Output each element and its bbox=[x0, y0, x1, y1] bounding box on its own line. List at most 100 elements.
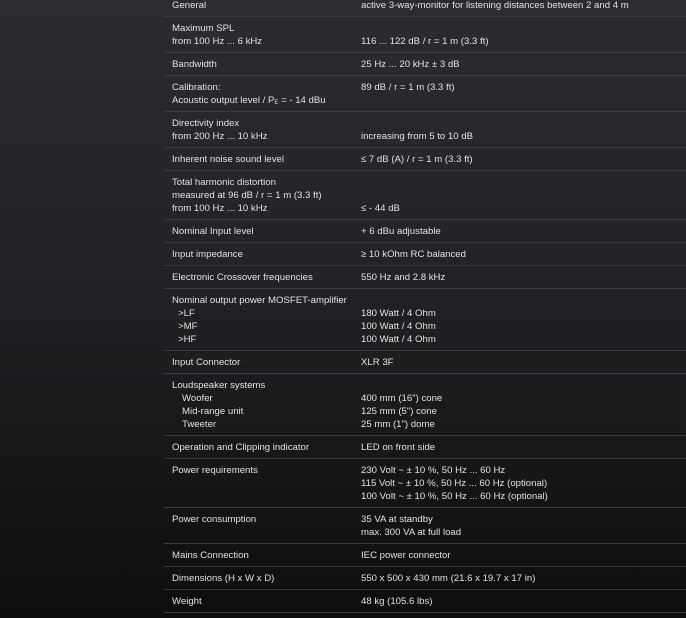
spec-value-line: 100 Watt / 4 Ohm bbox=[361, 334, 436, 345]
spec-label-line: from 200 Hz ... 10 kHz bbox=[172, 131, 268, 142]
spec-label-line: >MF bbox=[178, 321, 198, 332]
spec-label: Power requirements bbox=[164, 464, 361, 503]
subscript: E bbox=[274, 100, 279, 106]
spec-label: Loudspeaker systems Woofer Mid-range unit T… bbox=[164, 379, 361, 431]
spec-value-line: increasing from 5 to 10 dB bbox=[361, 131, 473, 142]
spec-label-line: Electronic Crossover frequencies bbox=[172, 272, 313, 283]
spec-label-line: Calibration: bbox=[172, 82, 221, 93]
spec-label-line: Power requirements bbox=[172, 465, 258, 476]
spec-value: 550 x 500 x 430 mm (21.6 x 19.7 x 17 in) bbox=[361, 572, 686, 585]
spec-value-line: 180 Watt / 4 Ohm bbox=[361, 308, 436, 319]
spec-value-line: 25 mm (1") dome bbox=[361, 419, 435, 430]
spec-row: Nominal Input level + 6 dBu adjustable bbox=[164, 220, 686, 243]
spec-row: Loudspeaker systems Woofer Mid-range unit T… bbox=[164, 374, 686, 436]
spec-value: 180 Watt / 4 Ohm 100 Watt / 4 Ohm 100 Watt… bbox=[361, 294, 686, 346]
spec-value: 116 ... 122 dB / r = 1 m (3.3 ft) bbox=[361, 22, 686, 48]
spec-value: active 3-way-monitor for listening dista… bbox=[361, 0, 686, 12]
spec-label: Nominal Input level bbox=[164, 225, 361, 238]
spec-label: Dimensions (H x W x D) bbox=[164, 572, 361, 585]
spec-row: Input impedance ≥ 10 kOhm RC balanced bbox=[164, 243, 686, 266]
spec-label-line: Nominal output power MOSFET-amplifier bbox=[172, 295, 347, 306]
spec-value-line: 550 Hz and 2.8 kHz bbox=[361, 272, 446, 283]
spec-label: Weight bbox=[164, 595, 361, 608]
spec-label: Maximum SPL from 100 Hz ... 6 kHz bbox=[164, 22, 361, 48]
spec-label-line: from 100 Hz ... 10 kHz bbox=[172, 203, 268, 214]
spec-row: Calibration: Acoustic output level / PE =… bbox=[164, 76, 686, 112]
spec-value-line bbox=[361, 294, 686, 307]
spec-label-line: Loudspeaker systems bbox=[172, 380, 266, 391]
spec-row: Nominal output power MOSFET-amplifier >LF… bbox=[164, 289, 686, 351]
spec-value: 25 Hz ... 20 kHz ± 3 dB bbox=[361, 58, 686, 71]
spec-label-line: Dimensions (H x W x D) bbox=[172, 573, 275, 584]
spec-value: 48 kg (105.6 lbs) bbox=[361, 595, 686, 608]
spec-row: Total harmonic distortion measured at 96 … bbox=[164, 171, 686, 220]
spec-row: Power requirements 230 Volt ~ ± 10 %, 50 … bbox=[164, 459, 686, 508]
spec-value-line: 89 dB / r = 1 m (3.3 ft) bbox=[361, 82, 455, 93]
spec-row: Electronic Crossover frequencies 550 Hz a… bbox=[164, 266, 686, 289]
spec-row: Maximum SPL from 100 Hz ... 6 kHz 116 ...… bbox=[164, 17, 686, 53]
spec-value-line: 100 Watt / 4 Ohm bbox=[361, 321, 436, 332]
spec-row: Weight 48 kg (105.6 lbs) bbox=[164, 590, 686, 613]
spec-value-line: ≤ - 44 dB bbox=[361, 203, 400, 214]
spec-row: Dimensions (H x W x D) 550 x 500 x 430 mm… bbox=[164, 567, 686, 590]
spec-label-line: measured at 96 dB / r = 1 m (3.3 ft) bbox=[172, 190, 322, 201]
spec-value-line: 25 Hz ... 20 kHz ± 3 dB bbox=[361, 59, 460, 70]
spec-value-line: IEC power connector bbox=[361, 550, 451, 561]
spec-label-line: Power consumption bbox=[172, 514, 257, 525]
spec-label: Operation and Clipping indicator bbox=[164, 441, 361, 454]
spec-label: Calibration: Acoustic output level / PE =… bbox=[164, 81, 361, 107]
spec-label-line: Bandwidth bbox=[172, 59, 217, 70]
spec-label: Electronic Crossover frequencies bbox=[164, 271, 361, 284]
spec-label: Inherent noise sound level bbox=[164, 153, 361, 166]
spec-label: Mains Connection bbox=[164, 549, 361, 562]
spec-value: ≤ 7 dB (A) / r = 1 m (3.3 ft) bbox=[361, 153, 686, 166]
spec-label-line: Input impedance bbox=[172, 249, 243, 260]
spec-value: 35 VA at standby max. 300 VA at full load bbox=[361, 513, 686, 539]
spec-label: Nominal output power MOSFET-amplifier >LF… bbox=[164, 294, 361, 346]
spec-value-line: 116 ... 122 dB / r = 1 m (3.3 ft) bbox=[361, 36, 489, 47]
spec-label-line: Weight bbox=[172, 596, 202, 607]
spec-value: + 6 dBu adjustable bbox=[361, 225, 686, 238]
spec-row: Operation and Clipping indicator LED on f… bbox=[164, 436, 686, 459]
spec-value: ≤ - 44 dB bbox=[361, 176, 686, 215]
spec-value-line bbox=[361, 22, 686, 35]
spec-value: 89 dB / r = 1 m (3.3 ft) bbox=[361, 81, 686, 107]
spec-value: XLR 3F bbox=[361, 356, 686, 369]
spec-value-line: ≤ 7 dB (A) / r = 1 m (3.3 ft) bbox=[361, 154, 473, 165]
spec-value-line: 115 Volt ~ ± 10 %, 50 Hz ... 60 Hz (opti… bbox=[361, 478, 548, 489]
spec-label: Input Connector bbox=[164, 356, 361, 369]
spec-label-line: Inherent noise sound level bbox=[172, 154, 285, 165]
spec-label: Directivity index from 200 Hz ... 10 kHz bbox=[164, 117, 361, 143]
spec-table: General active 3-way-monitor for listenin… bbox=[164, 0, 686, 613]
spec-label-line: Operation and Clipping indicator bbox=[172, 442, 310, 453]
spec-value-line: + 6 dBu adjustable bbox=[361, 226, 441, 237]
spec-value: 550 Hz and 2.8 kHz bbox=[361, 271, 686, 284]
spec-value-line: 100 Volt ~ ± 10 %, 50 Hz ... 60 Hz (opti… bbox=[361, 491, 548, 502]
spec-row: Directivity index from 200 Hz ... 10 kHz … bbox=[164, 112, 686, 148]
spec-label-line: Mid-range unit bbox=[182, 406, 244, 417]
spec-value-line: 400 mm (16") cone bbox=[361, 393, 443, 404]
spec-value: 230 Volt ~ ± 10 %, 50 Hz ... 60 Hz 115 Vo… bbox=[361, 464, 686, 503]
spec-value-line bbox=[361, 379, 686, 392]
spec-label-line: Input Connector bbox=[172, 357, 241, 368]
spec-label-line: Total harmonic distortion bbox=[172, 177, 276, 188]
spec-value: 400 mm (16") cone 125 mm (5") cone 25 mm (… bbox=[361, 379, 686, 431]
spec-value: ≥ 10 kOhm RC balanced bbox=[361, 248, 686, 261]
spec-value-line: 48 kg (105.6 lbs) bbox=[361, 596, 433, 607]
spec-label: Power consumption bbox=[164, 513, 361, 539]
spec-row: Bandwidth 25 Hz ... 20 kHz ± 3 dB bbox=[164, 53, 686, 76]
spec-label-line: Woofer bbox=[182, 393, 213, 404]
spec-value-line: LED on front side bbox=[361, 442, 436, 453]
spec-label-line: Directivity index bbox=[172, 118, 240, 129]
spec-label-line: from 100 Hz ... 6 kHz bbox=[172, 36, 263, 47]
spec-label-line: Mains Connection bbox=[172, 550, 249, 561]
spec-value: IEC power connector bbox=[361, 549, 686, 562]
spec-value-line: 550 x 500 x 430 mm (21.6 x 19.7 x 17 in) bbox=[361, 573, 536, 584]
spec-label-line: >HF bbox=[178, 334, 197, 345]
spec-label-line: General bbox=[172, 0, 207, 11]
spec-label: Input impedance bbox=[164, 248, 361, 261]
spec-value: LED on front side bbox=[361, 441, 686, 454]
spec-value-line bbox=[361, 189, 686, 202]
spec-value: increasing from 5 to 10 dB bbox=[361, 117, 686, 143]
spec-label: Bandwidth bbox=[164, 58, 361, 71]
